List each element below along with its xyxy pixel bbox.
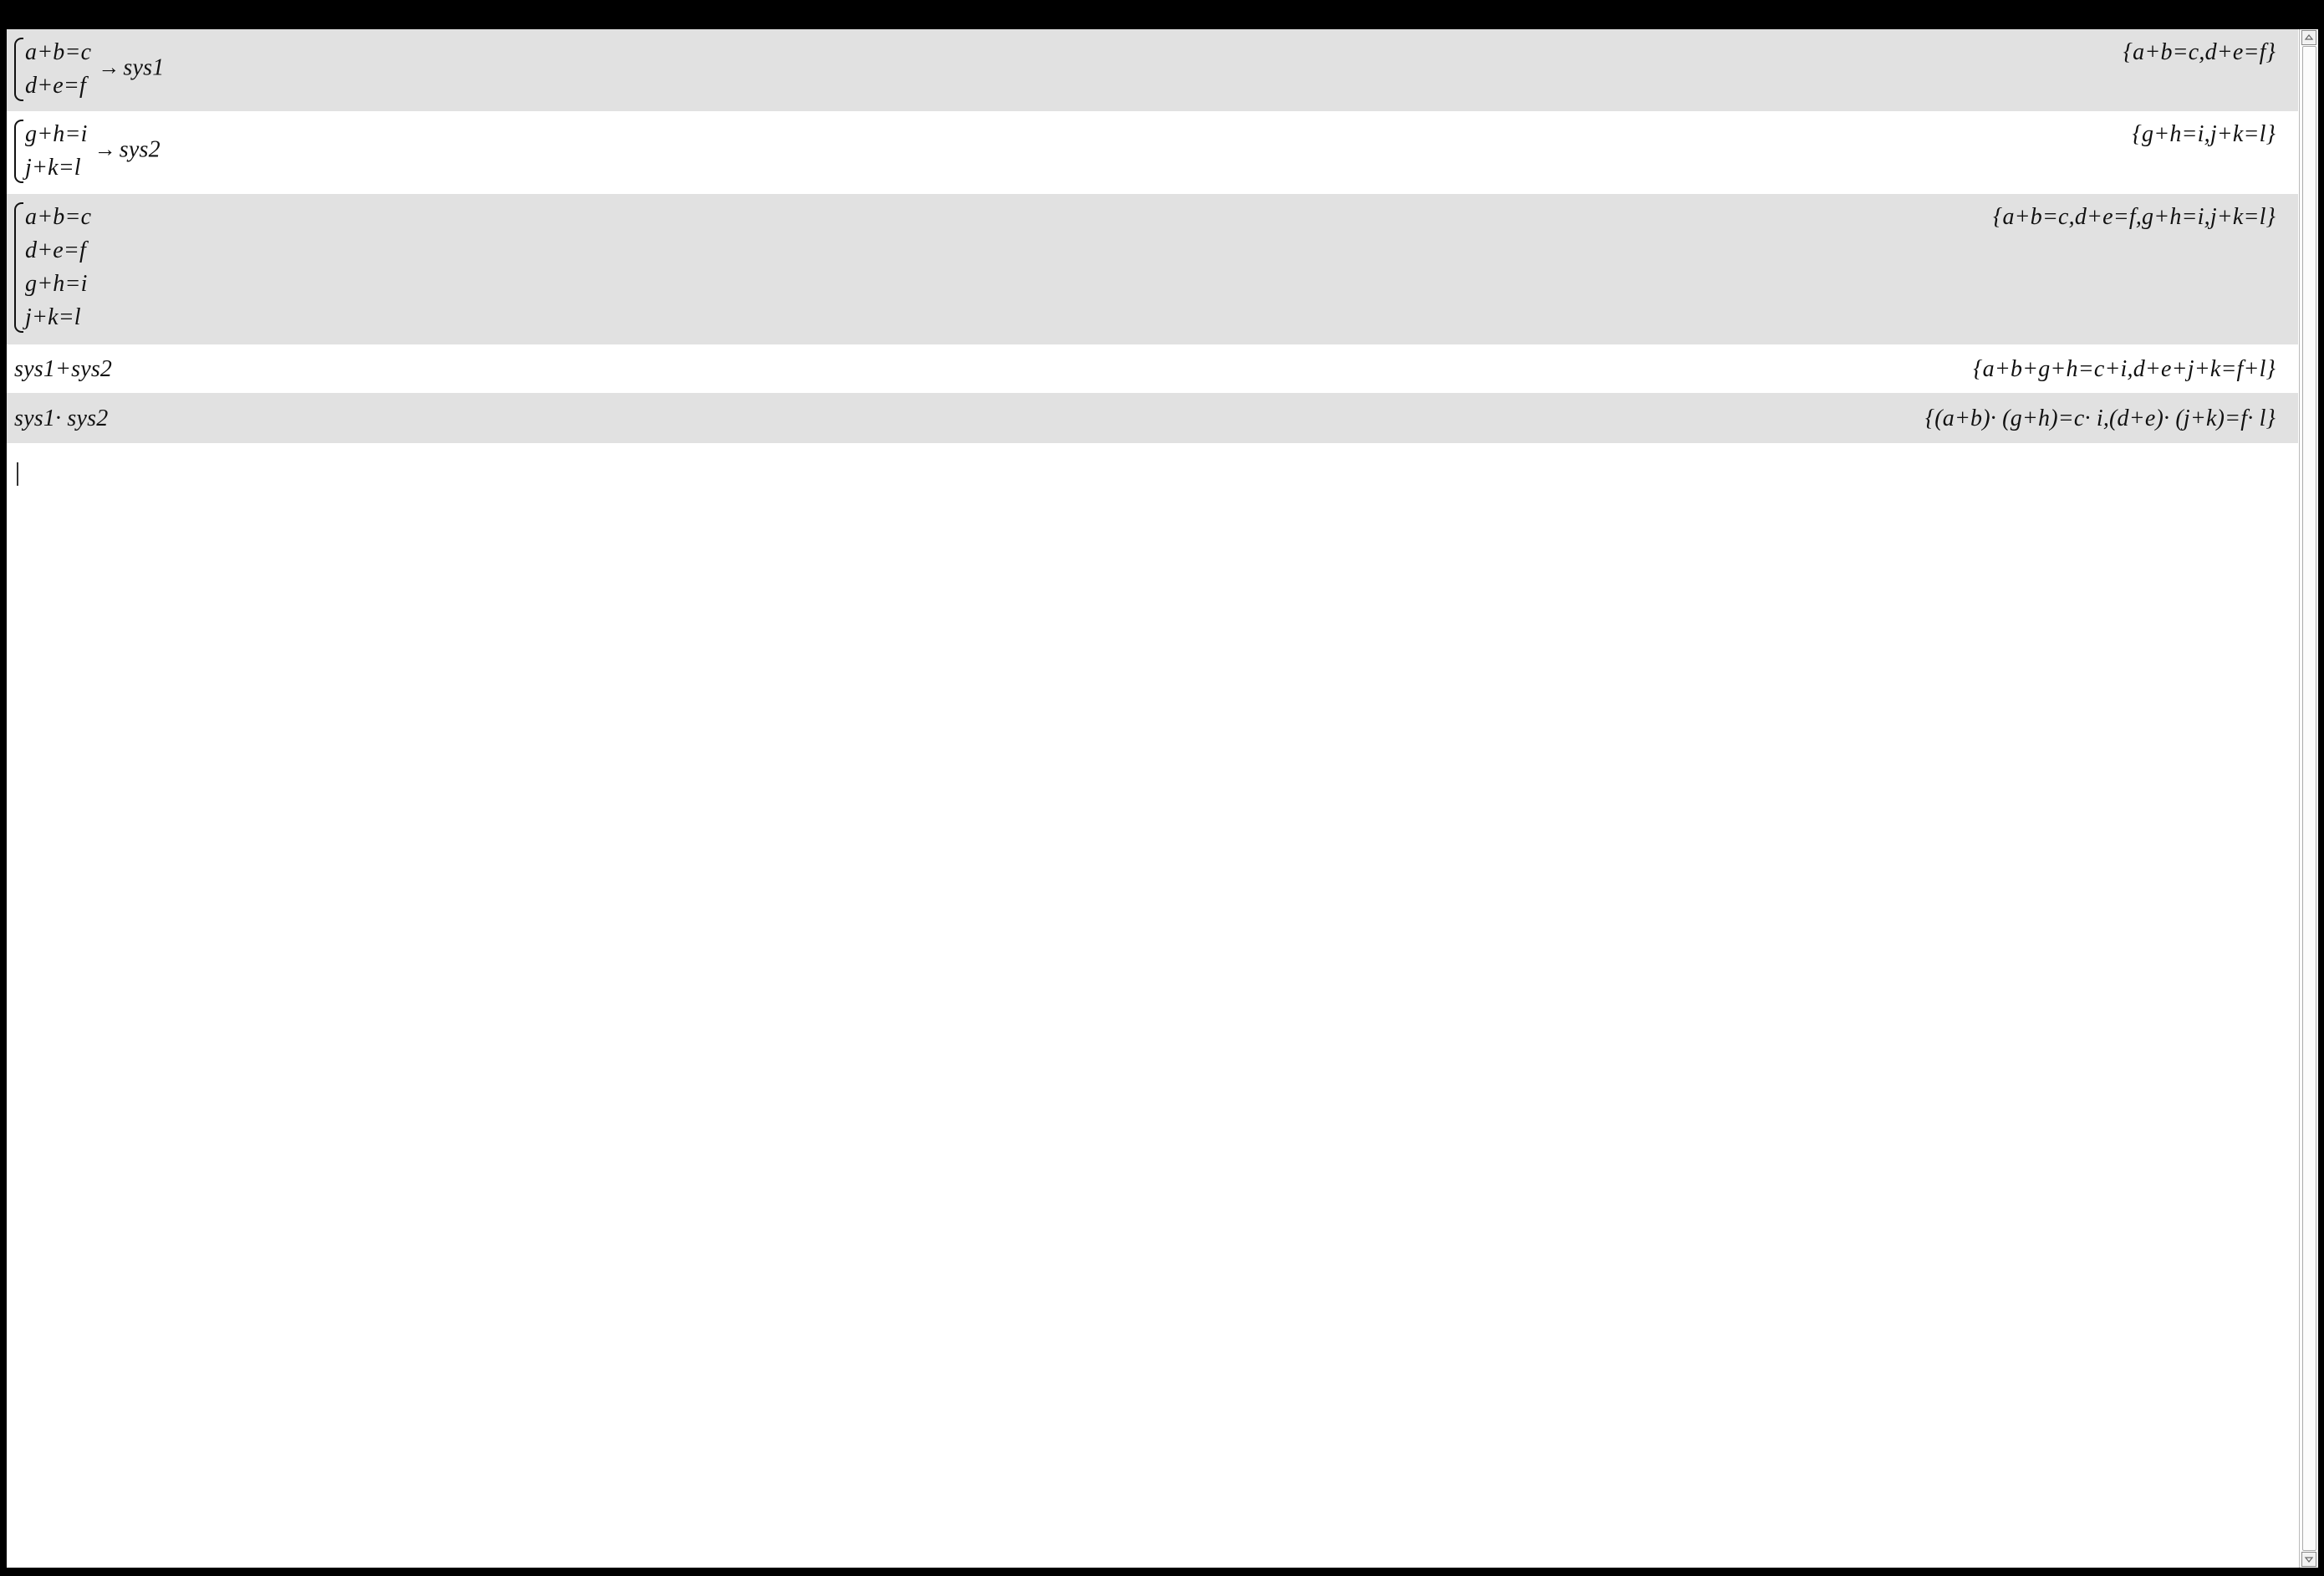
assign-arrow: → — [98, 55, 120, 80]
scroll-up-button[interactable] — [2301, 30, 2316, 45]
worksheet-row-5[interactable]: sys1· sys2 {(a+b)· (g+h)=c· i,(d+e)· (j+… — [7, 393, 2298, 443]
input-expression-5[interactable]: sys1· sys2 — [14, 395, 108, 442]
variable-name: sys2 — [119, 136, 161, 163]
equation: j+k=l — [25, 155, 81, 181]
output-result-3: {a+b=c,d+e=f,g+h=i,j+k=l} — [1993, 204, 2276, 231]
result-text: {a+b=c,d+e=f,g+h=i,j+k=l} — [1993, 204, 2276, 230]
equation: a+b=c — [25, 39, 92, 65]
text-cursor — [17, 462, 18, 486]
input-expression-3[interactable]: a+b=c d+e=f g+h=i j+k=l — [14, 201, 91, 334]
vertical-scrollbar[interactable] — [2299, 29, 2318, 1568]
equation: j+k=l — [25, 304, 81, 330]
input-expression-4[interactable]: sys1+sys2 — [14, 346, 112, 393]
system-of-equations: a+b=c d+e=f g+h=i j+k=l — [14, 201, 91, 334]
scroll-down-button[interactable] — [2301, 1552, 2316, 1567]
result-text: {a+b=c,d+e=f} — [2123, 39, 2276, 65]
assign-arrow: → — [94, 137, 116, 162]
worksheet-document[interactable]: a+b=c d+e=f → sys1 {a+b=c,d+e=f} g+h=i j+… — [7, 29, 2298, 1568]
worksheet-row-2[interactable]: g+h=i j+k=l → sys2 {g+h=i,j+k=l} — [7, 111, 2298, 194]
worksheet-row-4[interactable]: sys1+sys2 {a+b+g+h=c+i,d+e+j+k=f+l} — [7, 344, 2298, 393]
worksheet-row-3[interactable]: a+b=c d+e=f g+h=i j+k=l {a+b=c,d+e=f,g+h… — [7, 194, 2298, 344]
equation: d+e=f — [25, 237, 86, 263]
output-result-2: {g+h=i,j+k=l} — [2133, 121, 2276, 148]
arrow-down-icon — [2304, 1557, 2314, 1563]
result-text: {(a+b)· (g+h)=c· i,(d+e)· (j+k)=f· l} — [1924, 405, 2276, 431]
output-result-1: {a+b=c,d+e=f} — [2123, 39, 2276, 66]
system-of-equations: g+h=i j+k=l — [14, 118, 88, 185]
variable-name: sys1 — [123, 54, 165, 81]
output-result-4: {a+b+g+h=c+i,d+e+j+k=f+l} — [1973, 346, 2276, 393]
equation: g+h=i — [25, 271, 88, 297]
math-worksheet-window: a+b=c d+e=f → sys1 {a+b=c,d+e=f} g+h=i j+… — [7, 29, 2318, 1568]
worksheet-row-1[interactable]: a+b=c d+e=f → sys1 {a+b=c,d+e=f} — [7, 29, 2298, 111]
input-expression-2[interactable]: g+h=i j+k=l → sys2 — [14, 118, 161, 185]
expression-text: sys1+sys2 — [14, 356, 113, 382]
system-of-equations: a+b=c d+e=f — [14, 36, 91, 103]
input-expression-1[interactable]: a+b=c d+e=f → sys1 — [14, 36, 164, 103]
equation: d+e=f — [25, 73, 86, 99]
left-brace — [14, 120, 23, 183]
arrow-up-icon — [2304, 34, 2314, 40]
scroll-thumb[interactable] — [2302, 46, 2316, 1551]
expression-text: sys1· sys2 — [14, 405, 109, 431]
result-text: {a+b+g+h=c+i,d+e+j+k=f+l} — [1973, 356, 2276, 382]
equation: a+b=c — [25, 204, 92, 230]
left-brace — [14, 38, 23, 101]
equation: g+h=i — [25, 121, 88, 147]
result-text: {g+h=i,j+k=l} — [2132, 121, 2276, 147]
left-brace — [14, 202, 23, 333]
output-result-5: {(a+b)· (g+h)=c· i,(d+e)· (j+k)=f· l} — [1925, 395, 2276, 442]
